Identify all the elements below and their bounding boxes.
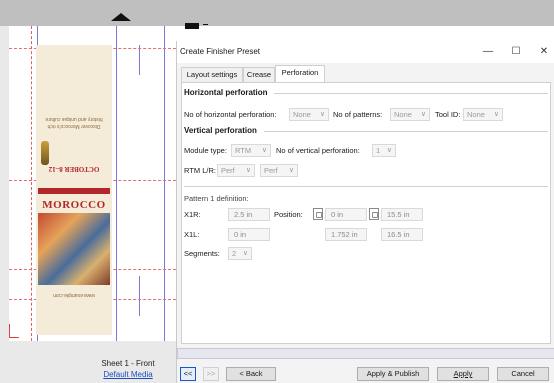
position-end-field-2[interactable]: 16.5 in <box>381 228 423 241</box>
chevron-down-icon: ∨ <box>261 147 267 154</box>
card-body-text: Discover Morocco's rich history and uniq… <box>45 116 103 129</box>
section-divider <box>274 93 548 94</box>
card-date-text: OCTOBER 8–12 <box>48 165 100 173</box>
brochure-card-preview: Discover Morocco's rich history and uniq… <box>36 45 112 335</box>
card-title: MOROCCO <box>42 199 106 211</box>
back-button[interactable]: < Back <box>226 367 276 381</box>
vertical-count-label: No of vertical perforation: <box>276 146 360 155</box>
vertical-count-select[interactable]: 1 ∨ <box>372 144 396 157</box>
apply-publish-button[interactable]: Apply & Publish <box>357 367 429 381</box>
card-footer-text: www.example.com <box>53 292 95 298</box>
chevron-down-icon: ∨ <box>288 167 294 174</box>
section-divider <box>264 131 548 132</box>
rtm-left-value: Perf <box>221 166 235 175</box>
trim-guide <box>164 26 165 341</box>
position-start-field-2[interactable]: 1.752 in <box>325 228 367 241</box>
first-button[interactable]: << <box>180 367 196 381</box>
lock-icon[interactable] <box>313 208 323 220</box>
fold-guide <box>139 276 140 316</box>
top-ruler-bar <box>0 0 554 29</box>
pattern-definition-heading: Pattern 1 definition: <box>184 194 249 203</box>
apply-button[interactable]: Apply <box>437 367 489 381</box>
horizontal-perforation-heading: Horizontal perforation <box>184 88 268 97</box>
crop-mark <box>9 324 19 338</box>
section-divider <box>184 186 548 187</box>
x1r-label: X1R: <box>184 210 201 219</box>
position-end-field[interactable]: 15.5 in <box>381 208 423 221</box>
chevron-down-icon: ∨ <box>319 111 325 118</box>
position-tick <box>203 24 208 25</box>
fold-guide <box>139 45 140 75</box>
horizontal-count-select[interactable]: None ∨ <box>289 108 329 121</box>
module-type-label: Module type: <box>184 146 227 155</box>
sheet-preview-canvas: Discover Morocco's rich history and uniq… <box>0 26 176 383</box>
module-type-select[interactable]: RTM ∨ <box>231 144 271 157</box>
default-media-link[interactable]: Default Media <box>80 370 176 379</box>
rtm-left-select[interactable]: Perf ∨ <box>217 164 255 177</box>
trim-guide <box>116 26 117 341</box>
vertical-perforation-heading: Vertical perforation <box>184 126 257 135</box>
module-type-value: RTM <box>235 146 252 155</box>
market-photo-image <box>38 213 110 285</box>
lock-icon[interactable] <box>369 208 379 220</box>
position-start-field[interactable]: 0 in <box>325 208 367 221</box>
triangle-marker-icon <box>111 13 131 21</box>
chevron-down-icon: ∨ <box>245 167 251 174</box>
rtm-right-value: Perf <box>264 166 278 175</box>
minimize-icon[interactable]: — <box>477 44 499 60</box>
position-label: Position: <box>274 210 303 219</box>
lantern-image <box>41 141 49 165</box>
next-button[interactable]: >> <box>203 367 219 381</box>
chevron-down-icon: ∨ <box>420 111 426 118</box>
horizontal-count-value: None <box>293 110 311 119</box>
tab-crease[interactable]: Crease <box>243 67 275 82</box>
close-icon[interactable]: ✕ <box>533 44 554 60</box>
x1l-field[interactable]: 0 in <box>228 228 270 241</box>
x1l-label: X1L: <box>184 230 200 239</box>
patterns-value: None <box>394 110 412 119</box>
perforation-panel: Horizontal perforation No of horizontal … <box>181 82 551 344</box>
sheet-label: Sheet 1 - Front <box>101 359 155 368</box>
create-finisher-preset-dialog: Create Finisher Preset — ☐ ✕ Layout sett… <box>176 41 554 383</box>
dialog-titlebar: Create Finisher Preset — ☐ ✕ <box>177 41 554 63</box>
segments-select[interactable]: 2 ∨ <box>228 247 252 260</box>
patterns-select[interactable]: None ∨ <box>390 108 430 121</box>
status-field <box>177 348 554 359</box>
segments-label: Segments: <box>184 249 220 258</box>
cancel-button[interactable]: Cancel <box>497 367 549 381</box>
tab-layout-settings[interactable]: Layout settings <box>181 67 243 82</box>
patterns-label: No of patterns: <box>333 110 383 119</box>
x1r-field[interactable]: 2.5 in <box>228 208 270 221</box>
tool-id-value: None <box>467 110 485 119</box>
rtm-lr-label: RTM L/R: <box>184 166 216 175</box>
card-banner-strip <box>38 188 110 194</box>
chevron-down-icon: ∨ <box>493 111 499 118</box>
tool-id-select[interactable]: None ∨ <box>463 108 503 121</box>
bleed-guide <box>31 26 32 341</box>
dialog-title: Create Finisher Preset <box>180 47 261 56</box>
chevron-down-icon: ∨ <box>242 250 248 257</box>
maximize-icon[interactable]: ☐ <box>505 44 527 60</box>
horizontal-count-label: No of horizontal perforation: <box>184 110 277 119</box>
vertical-count-value: 1 <box>376 146 381 155</box>
tab-perforation[interactable]: Perforation <box>275 65 325 82</box>
tool-id-label: Tool ID: <box>435 110 461 119</box>
chevron-down-icon: ∨ <box>386 147 392 154</box>
position-marker-icon <box>185 23 199 29</box>
rtm-right-select[interactable]: Perf ∨ <box>260 164 298 177</box>
segments-value: 2 <box>232 249 237 258</box>
